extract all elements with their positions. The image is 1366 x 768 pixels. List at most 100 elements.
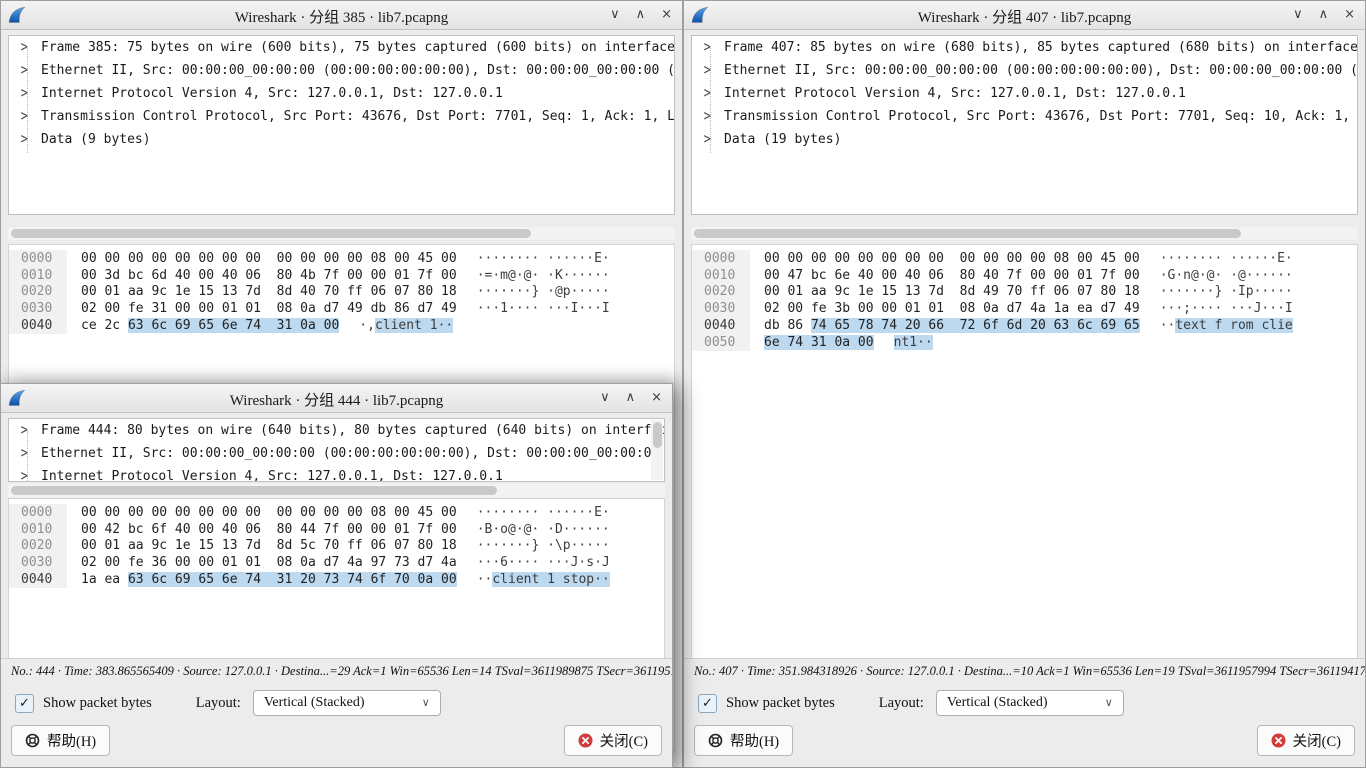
- show-packet-bytes-label: Show packet bytes: [43, 695, 152, 712]
- expand-chevron-icon[interactable]: >: [21, 445, 34, 462]
- hex-offset: 0050: [692, 334, 750, 351]
- close-circle-icon: [578, 733, 593, 748]
- hex-bytes: db 86: [764, 318, 811, 333]
- hex-offset: 0000: [9, 250, 67, 267]
- hex-row[interactable]: 000000 00 00 00 00 00 00 00 00 00 00 00 …: [692, 250, 1357, 267]
- expand-chevron-icon[interactable]: >: [704, 39, 717, 56]
- hex-row[interactable]: 000000 00 00 00 00 00 00 00 00 00 00 00 …: [9, 504, 664, 521]
- hex-row[interactable]: 003002 00 fe 31 00 00 01 01 08 0a d7 49 …: [9, 300, 674, 317]
- vertical-scrollbar[interactable]: [651, 420, 663, 480]
- layout-dropdown[interactable]: Vertical (Stacked) ∨: [936, 690, 1124, 716]
- maximize-button[interactable]: ∧: [626, 389, 636, 407]
- help-button[interactable]: 帮助(H): [694, 725, 793, 756]
- packet-window-444: Wireshark · 分组 444 · lib7.pcapng ∨ ∧ × >…: [0, 383, 673, 768]
- hex-bytes: 00 00 00 00 00 00 00 00 00 00 00 00 08 0…: [81, 505, 457, 520]
- checkmark-icon: ✓: [19, 697, 30, 710]
- hex-offset: 0030: [9, 300, 67, 317]
- close-window-button[interactable]: ×: [651, 389, 662, 407]
- layout-dropdown[interactable]: Vertical (Stacked) ∨: [253, 690, 441, 716]
- ascii-text: ··: [1160, 318, 1176, 333]
- hex-offset: 0040: [9, 571, 67, 588]
- hex-bytes: 00 01 aa 9c 1e 15 13 7d 8d 49 70 ff 06 0…: [764, 284, 1140, 299]
- expand-chevron-icon[interactable]: >: [21, 131, 34, 148]
- hex-bytes: 00 42 bc 6f 40 00 40 06 80 44 7f 00 00 0…: [81, 522, 457, 537]
- tree-row-tcp[interactable]: >Transmission Control Protocol, Src Port…: [9, 105, 674, 128]
- expand-chevron-icon[interactable]: >: [21, 39, 34, 56]
- expand-chevron-icon[interactable]: >: [704, 85, 717, 102]
- tree-row-frame[interactable]: >Frame 444: 80 bytes on wire (640 bits),…: [9, 419, 664, 442]
- hex-bytes: 00 01 aa 9c 1e 15 13 7d 8d 5c 70 ff 06 0…: [81, 538, 457, 553]
- hex-row[interactable]: 003002 00 fe 3b 00 00 01 01 08 0a d7 4a …: [692, 300, 1357, 317]
- hex-row[interactable]: 001000 3d bc 6d 40 00 40 06 80 4b 7f 00 …: [9, 267, 674, 284]
- horizontal-scrollbar[interactable]: [8, 484, 665, 497]
- hex-row[interactable]: 0040db 86 74 65 78 74 20 66 72 6f 6d 20 …: [692, 317, 1357, 334]
- titlebar[interactable]: Wireshark · 分组 385 · lib7.pcapng ∨ ∧ ×: [1, 1, 682, 30]
- horizontal-scrollbar[interactable]: [691, 227, 1358, 240]
- window-controls: ∨ ∧ ×: [610, 6, 672, 24]
- hex-row[interactable]: 002000 01 aa 9c 1e 15 13 7d 8d 49 70 ff …: [692, 284, 1357, 301]
- hex-offset: 0040: [9, 317, 67, 334]
- packet-status-line: No.: 407 · Time: 351.984318926 · Source:…: [684, 658, 1365, 679]
- expand-chevron-icon[interactable]: >: [704, 131, 717, 148]
- minimize-button[interactable]: ∨: [610, 6, 620, 24]
- tree-row-frame[interactable]: >Frame 385: 75 bytes on wire (600 bits),…: [9, 36, 674, 59]
- hex-row[interactable]: 003002 00 fe 36 00 00 01 01 08 0a d7 4a …: [9, 554, 664, 571]
- hex-row[interactable]: 00506e 74 31 0a 00nt1··: [692, 334, 1357, 351]
- tree-row-frame[interactable]: >Frame 407: 85 bytes on wire (680 bits),…: [692, 36, 1357, 59]
- show-packet-bytes-checkbox[interactable]: ✓: [15, 694, 34, 713]
- maximize-button[interactable]: ∧: [636, 6, 646, 24]
- packet-window-407: Wireshark · 分组 407 · lib7.pcapng ∨ ∧ × >…: [683, 0, 1366, 768]
- hex-bytes: 02 00 fe 3b 00 00 01 01 08 0a d7 4a 1a e…: [764, 301, 1140, 316]
- expand-chevron-icon[interactable]: >: [21, 422, 34, 439]
- titlebar[interactable]: Wireshark · 分组 444 · lib7.pcapng ∨ ∧ ×: [1, 384, 672, 413]
- tree-row-ethernet[interactable]: >Ethernet II, Src: 00:00:00_00:00:00 (00…: [9, 442, 664, 465]
- horizontal-scrollbar[interactable]: [8, 227, 675, 240]
- expand-chevron-icon[interactable]: >: [21, 85, 34, 102]
- tree-row-ip[interactable]: >Internet Protocol Version 4, Src: 127.0…: [9, 82, 674, 105]
- h-scrollbar-thumb[interactable]: [11, 229, 531, 238]
- expand-chevron-icon[interactable]: >: [21, 108, 34, 125]
- close-dialog-button[interactable]: 关闭(C): [564, 725, 662, 756]
- maximize-button[interactable]: ∧: [1319, 6, 1329, 24]
- show-packet-bytes-checkbox[interactable]: ✓: [698, 694, 717, 713]
- v-scrollbar-thumb[interactable]: [653, 422, 662, 448]
- hex-offset: 0020: [9, 538, 67, 555]
- close-window-button[interactable]: ×: [661, 6, 672, 24]
- tree-row-ethernet[interactable]: >Ethernet II, Src: 00:00:00_00:00:00 (00…: [692, 59, 1357, 82]
- expand-chevron-icon[interactable]: >: [704, 108, 717, 125]
- dialog-controls: ✓ Show packet bytes Layout: Vertical (St…: [684, 687, 1365, 719]
- ascii-text: ·B·o@·@· ·D······: [477, 522, 610, 537]
- minimize-button[interactable]: ∨: [600, 389, 610, 407]
- window-title: Wireshark · 分组 444 · lib7.pcapng: [230, 389, 444, 410]
- help-button[interactable]: 帮助(H): [11, 725, 110, 756]
- expand-chevron-icon[interactable]: >: [21, 468, 34, 482]
- hex-bytes-selected: 63 6c 69 65 6e 74 31 20 73 74 6f 70 0a 0…: [128, 572, 457, 587]
- minimize-button[interactable]: ∨: [1293, 6, 1303, 24]
- hex-row[interactable]: 000000 00 00 00 00 00 00 00 00 00 00 00 …: [9, 250, 674, 267]
- tree-row-tcp[interactable]: >Transmission Control Protocol, Src Port…: [692, 105, 1357, 128]
- close-window-button[interactable]: ×: [1344, 6, 1355, 24]
- wireshark-logo-icon: [7, 5, 27, 25]
- titlebar[interactable]: Wireshark · 分组 407 · lib7.pcapng ∨ ∧ ×: [684, 1, 1365, 30]
- hex-row[interactable]: 00401a ea 63 6c 69 65 6e 74 31 20 73 74 …: [9, 571, 664, 588]
- expand-chevron-icon[interactable]: >: [704, 62, 717, 79]
- tree-row-ip[interactable]: >Internet Protocol Version 4, Src: 127.0…: [9, 465, 664, 482]
- hex-row[interactable]: 0040ce 2c 63 6c 69 65 6e 74 31 0a 00·,cl…: [9, 317, 674, 334]
- tree-row-ip[interactable]: >Internet Protocol Version 4, Src: 127.0…: [692, 82, 1357, 105]
- expand-chevron-icon[interactable]: >: [21, 62, 34, 79]
- ascii-text: ···;···· ···J···I: [1160, 301, 1293, 316]
- hex-offset: 0040: [692, 317, 750, 334]
- h-scrollbar-thumb[interactable]: [694, 229, 1241, 238]
- help-icon: [708, 733, 723, 748]
- tree-row-ethernet[interactable]: >Ethernet II, Src: 00:00:00_00:00:00 (00…: [9, 59, 674, 82]
- tree-row-data[interactable]: >Data (9 bytes): [9, 128, 674, 151]
- ascii-text: ··: [477, 572, 493, 587]
- hex-row[interactable]: 0020 00 01 aa 9c 1e 15 13 7d 8d 5c 70 ff …: [9, 538, 664, 555]
- tree-row-data[interactable]: >Data (19 bytes): [692, 128, 1357, 151]
- hex-row[interactable]: 001000 47 bc 6e 40 00 40 06 80 40 7f 00 …: [692, 267, 1357, 284]
- h-scrollbar-thumb[interactable]: [11, 486, 497, 495]
- hex-row[interactable]: 002000 01 aa 9c 1e 15 13 7d 8d 40 70 ff …: [9, 284, 674, 301]
- hex-row[interactable]: 001000 42 bc 6f 40 00 40 06 80 44 7f 00 …: [9, 521, 664, 538]
- close-dialog-button[interactable]: 关闭(C): [1257, 725, 1355, 756]
- show-packet-bytes-label: Show packet bytes: [726, 695, 835, 712]
